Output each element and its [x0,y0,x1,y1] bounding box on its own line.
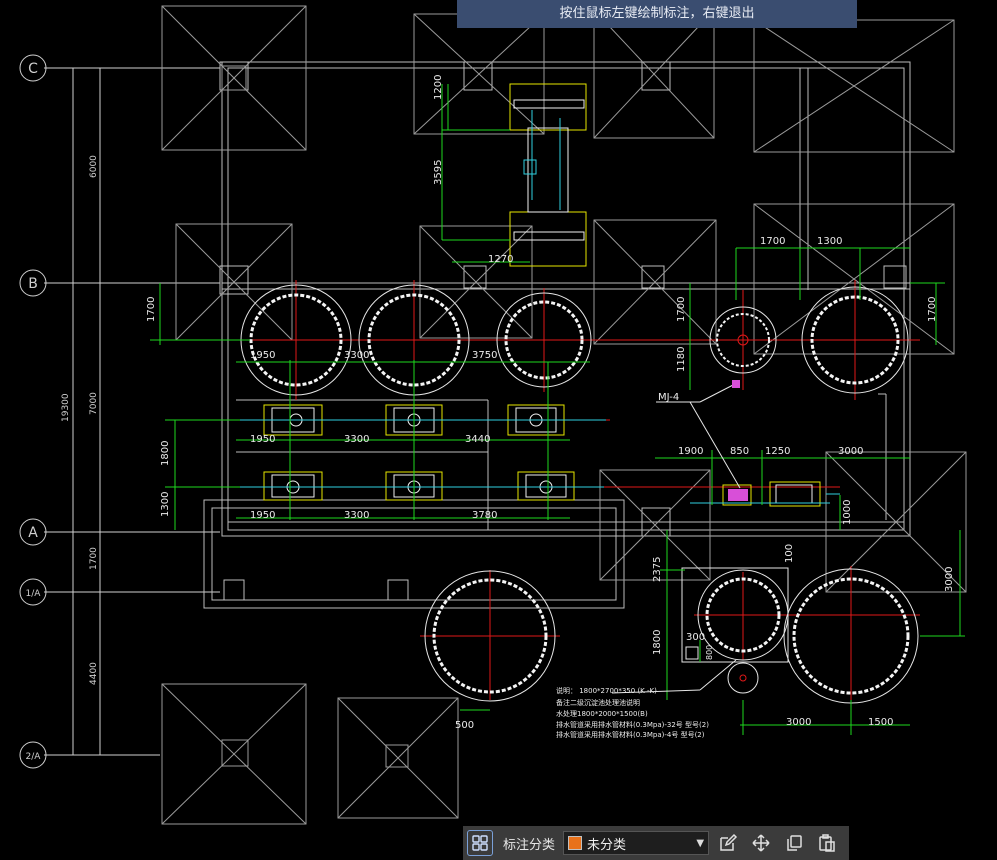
edit-icon[interactable] [714,829,742,857]
annotation-toolbar: 标注分类 未分类 ▼ [463,826,849,860]
dim-left-4400: 4400 [89,662,99,685]
dim-1900: 1900 [678,446,703,457]
dim-1700-a: 1700 [760,236,785,247]
dim-r3-3780: 3780 [472,510,497,521]
note-line-5: 排水管道采用排水管材料(0.3Mpa)-4号 型号(2) [556,730,705,739]
dim-1300-a: 1300 [817,236,842,247]
axis-label-2a: 2/A [26,752,42,762]
dim-1700-v2: 1700 [676,297,687,322]
dim-3000b: 3000 [786,717,811,728]
copy-icon[interactable] [780,829,808,857]
axis-label-1a: 1/A [26,589,42,599]
paste-icon[interactable] [813,829,841,857]
dim-r1-3750: 3750 [472,350,497,361]
dim-800: 800 [705,645,714,660]
dim-1180: 1180 [676,347,687,372]
dim-left-6000: 6000 [89,155,99,178]
note-line-2: 备注二级沉淀池处理池说明 [556,698,640,707]
command-hint-bar: 按住鼠标左键绘制标注，右键退出 [457,0,857,28]
category-label: 标注分类 [503,837,556,853]
cad-drawing-canvas[interactable]: C B A 1/A 2/A 6000 7000 19300 1700 4400 [0,0,997,860]
note-line-3: 水处理1800*2000*1500(B) [556,709,648,718]
dim-1000: 1000 [842,500,853,525]
axis-label-c: C [28,61,38,77]
dim-1250: 1250 [765,446,790,457]
category-select[interactable]: 未分类 ▼ [563,831,710,855]
dim-3000v: 3000 [944,567,955,592]
dim-r1-3300: 3300 [344,350,369,361]
dim-r3-3300: 3300 [344,510,369,521]
dim-3000: 3000 [838,446,863,457]
dim-300: 300 [686,632,705,643]
dim-1500: 1500 [868,717,893,728]
note-line-4: 排水管道采用排水管材料(0.3Mpa)-32号 型号(2) [556,720,709,729]
note-line-1: 说明： 1800*2700*350 (K -K) [556,686,657,695]
chevron-down-icon: ▼ [696,837,705,849]
dim-850: 850 [730,446,749,457]
dim-1800b: 1800 [652,630,663,655]
dim-1700-v3: 1700 [927,297,938,322]
dim-500: 500 [455,720,474,731]
dim-1800: 1800 [160,441,171,466]
label-mj4: MJ-4 [658,392,679,403]
move-icon[interactable] [747,829,775,857]
dim-left-1700: 1700 [89,547,99,570]
axis-label-b: B [28,276,38,292]
category-color-swatch [568,836,583,850]
dim-r1-1950: 1950 [250,350,275,361]
dim-1270: 1270 [488,254,513,265]
dim-r3-1950: 1950 [250,510,275,521]
dim-r2-1950: 1950 [250,434,275,445]
axis-label-a: A [28,525,38,541]
dim-left-19300: 19300 [61,393,71,422]
dim-3595: 3595 [433,160,444,185]
dim-100: 100 [784,544,795,563]
dim-left-7000: 7000 [89,392,99,415]
category-selected-value: 未分类 [587,837,627,853]
dim-1700-v1: 1700 [146,297,157,322]
dim-r2-3440: 3440 [465,434,490,445]
grid-icon[interactable] [467,830,493,856]
dim-r2-3300: 3300 [344,434,369,445]
dim-1300: 1300 [160,492,171,517]
dim-1200: 1200 [433,75,444,100]
dim-2375: 2375 [652,557,663,582]
command-hint-text: 按住鼠标左键绘制标注，右键退出 [559,6,755,21]
